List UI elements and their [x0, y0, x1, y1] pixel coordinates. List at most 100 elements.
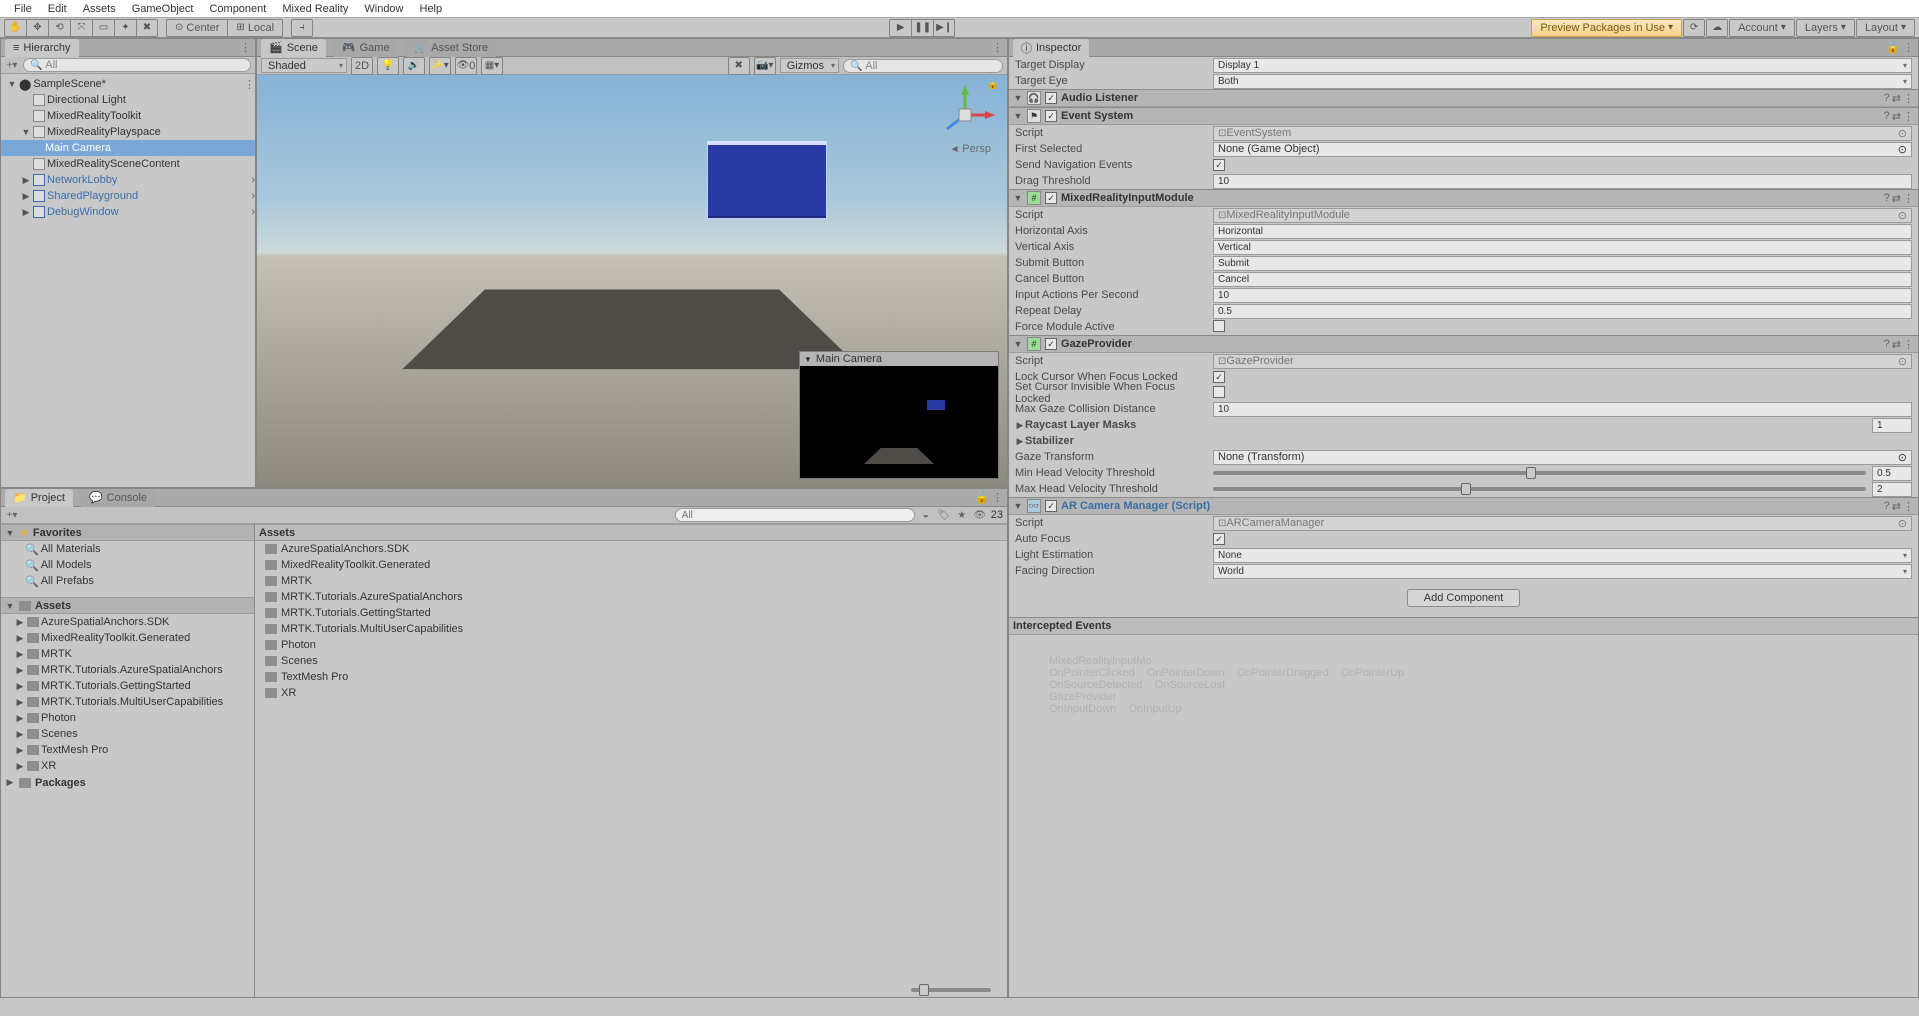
- foldout-icon[interactable]: ▶: [21, 207, 31, 218]
- foldout-icon[interactable]: ▶: [15, 649, 25, 660]
- help-icon[interactable]: ?: [1884, 338, 1890, 351]
- hierarchy-item-main-camera[interactable]: Main Camera: [1, 140, 255, 156]
- submit-button-field[interactable]: Submit: [1213, 256, 1912, 271]
- preset-icon[interactable]: ⇄: [1892, 110, 1901, 123]
- tab-inspector[interactable]: ⓘ Inspector: [1013, 39, 1089, 57]
- kebab-icon[interactable]: ⋮: [1903, 92, 1914, 105]
- arcam-header[interactable]: ▼👓✓AR Camera Manager (Script)?⇄⋮: [1009, 497, 1918, 515]
- intercepted-events-header[interactable]: Intercepted Events: [1009, 617, 1918, 635]
- assets-breadcrumb[interactable]: Assets: [255, 524, 1007, 541]
- tool-rotate[interactable]: ⟲: [48, 19, 70, 37]
- folder-azurespatialanchors-sdk[interactable]: ▶AzureSpatialAnchors.SDK: [1, 614, 254, 630]
- grid-toggle[interactable]: ▦▾: [481, 57, 503, 75]
- favorites-header[interactable]: ▼★Favorites: [1, 524, 254, 541]
- hierarchy-item-shared-playground[interactable]: ▶SharedPlayground›: [1, 188, 255, 204]
- foldout-icon[interactable]: ▶: [15, 761, 25, 772]
- tab-console[interactable]: 💬 Console: [81, 489, 155, 507]
- foldout-icon[interactable]: ▶: [15, 633, 25, 644]
- hierarchy-item-network-lobby[interactable]: ▶NetworkLobby›: [1, 172, 255, 188]
- hierarchy-tab[interactable]: ≡ Hierarchy: [5, 39, 79, 57]
- asset-mrtk-tutorials-multiusercapabilities[interactable]: MRTK.Tutorials.MultiUserCapabilities: [255, 621, 1007, 637]
- foldout-icon[interactable]: ▶: [21, 175, 31, 186]
- folder-photon[interactable]: ▶Photon: [1, 710, 254, 726]
- send-nav-checkbox[interactable]: ✓: [1213, 159, 1225, 171]
- 2d-toggle[interactable]: 2D: [351, 57, 373, 75]
- foldout-icon[interactable]: ▼: [7, 79, 17, 89]
- kebab-icon[interactable]: ⋮: [1903, 192, 1914, 205]
- icon-size-slider[interactable]: [911, 988, 991, 992]
- scene-kebab-icon[interactable]: ⋮: [244, 78, 255, 91]
- layers-dropdown[interactable]: Layers ▾: [1796, 19, 1855, 37]
- folder-scenes[interactable]: ▶Scenes: [1, 726, 254, 742]
- hierarchy-item-mrtk[interactable]: MixedRealityToolkit: [1, 108, 255, 124]
- snap-toggle[interactable]: ⫞: [291, 19, 313, 37]
- tool-rect[interactable]: ▭: [92, 19, 114, 37]
- create-dropdown[interactable]: +▾: [5, 58, 19, 72]
- tool-custom[interactable]: ✖: [136, 19, 158, 37]
- favorite-icon[interactable]: ★: [955, 508, 969, 522]
- fav-all-models[interactable]: 🔍 All Models: [1, 557, 254, 573]
- asset-azurespatialanchors-sdk[interactable]: AzureSpatialAnchors.SDK: [255, 541, 1007, 557]
- hidden-icon[interactable]: 👁: [973, 508, 987, 522]
- light-estimation-dropdown[interactable]: None: [1213, 548, 1912, 563]
- lock-cursor-checkbox[interactable]: ✓: [1213, 371, 1225, 383]
- horizontal-axis-field[interactable]: Horizontal: [1213, 224, 1912, 239]
- target-eye-dropdown[interactable]: Both: [1213, 74, 1912, 89]
- help-icon[interactable]: ?: [1884, 500, 1890, 513]
- help-icon[interactable]: ?: [1884, 192, 1890, 205]
- lock-icon[interactable]: 🔓: [975, 492, 989, 504]
- folder-xr[interactable]: ▶XR: [1, 758, 254, 774]
- kebab-icon[interactable]: ⋮: [1903, 500, 1914, 513]
- audio-toggle[interactable]: 🔊: [403, 57, 425, 75]
- foldout-icon[interactable]: ▶: [15, 665, 25, 676]
- first-selected-field[interactable]: None (Game Object)⊙: [1213, 142, 1912, 157]
- asset-scenes[interactable]: Scenes: [255, 653, 1007, 669]
- vertical-axis-field[interactable]: Vertical: [1213, 240, 1912, 255]
- tool-hand[interactable]: ✋: [4, 19, 26, 37]
- mrim-header[interactable]: ▼#✓MixedRealityInputModule?⇄⋮: [1009, 189, 1918, 207]
- asset-mrtk[interactable]: MRTK: [255, 573, 1007, 589]
- gizmos-dropdown[interactable]: Gizmos: [780, 58, 839, 73]
- foldout-icon[interactable]: ▶: [15, 617, 25, 628]
- packages-header[interactable]: ▶Packages: [1, 774, 254, 791]
- scene-kebab-icon[interactable]: ⋮: [992, 41, 1003, 54]
- force-module-checkbox[interactable]: [1213, 320, 1225, 332]
- repeat-delay-field[interactable]: 0.5: [1213, 304, 1912, 319]
- tab-scene[interactable]: 🎬 Scene: [261, 39, 326, 57]
- audio-listener-header[interactable]: ▼🎧✓Audio Listener?⇄⋮: [1009, 89, 1918, 107]
- foldout-icon[interactable]: ▶: [15, 745, 25, 756]
- play-button[interactable]: ▶: [889, 19, 911, 37]
- target-display-dropdown[interactable]: Display 1: [1213, 58, 1912, 73]
- folder-mixedrealitytoolkit-generated[interactable]: ▶MixedRealityToolkit.Generated: [1, 630, 254, 646]
- hierarchy-item-directional-light[interactable]: Directional Light: [1, 92, 255, 108]
- folder-mrtk-tutorials-multiusercapabilities[interactable]: ▶MRTK.Tutorials.MultiUserCapabilities: [1, 694, 254, 710]
- hidden-toggle[interactable]: 👁0: [455, 57, 477, 75]
- create-dropdown[interactable]: +▾: [5, 508, 19, 522]
- folder-mrtk-tutorials-azurespatialanchors[interactable]: ▶MRTK.Tutorials.AzureSpatialAnchors: [1, 662, 254, 678]
- menu-component[interactable]: Component: [201, 3, 274, 15]
- scene-search[interactable]: 🔍 All: [843, 59, 1003, 73]
- filter-by-type-icon[interactable]: ◒: [919, 508, 933, 522]
- drag-threshold-field[interactable]: 10: [1213, 174, 1912, 189]
- cancel-button-field[interactable]: Cancel: [1213, 272, 1912, 287]
- tool-scale[interactable]: ⤧: [70, 19, 92, 37]
- folder-mrtk-tutorials-gettingstarted[interactable]: ▶MRTK.Tutorials.GettingStarted: [1, 678, 254, 694]
- tab-asset-store[interactable]: 🛒 Asset Store: [406, 39, 497, 57]
- auto-focus-checkbox[interactable]: ✓: [1213, 533, 1225, 545]
- foldout-icon[interactable]: ▶: [1015, 436, 1025, 447]
- asset-textmesh-pro[interactable]: TextMesh Pro: [255, 669, 1007, 685]
- audio-listener-enable-checkbox[interactable]: ✓: [1045, 92, 1057, 104]
- project-search[interactable]: [675, 508, 915, 522]
- help-icon[interactable]: ?: [1884, 110, 1890, 123]
- pivot-center-toggle[interactable]: ⊙Center: [166, 19, 227, 37]
- filter-by-label-icon[interactable]: 🏷: [937, 508, 951, 522]
- tool-move[interactable]: ✥: [26, 19, 48, 37]
- hierarchy-item-debug-window[interactable]: ▶DebugWindow›: [1, 204, 255, 220]
- pause-button[interactable]: ❚❚: [911, 19, 933, 37]
- foldout-icon[interactable]: ▶: [21, 191, 31, 202]
- tools-icon[interactable]: ✖: [728, 57, 750, 75]
- camera-icon[interactable]: 📷▾: [754, 57, 776, 75]
- hierarchy-item-playspace[interactable]: ▼MixedRealityPlayspace: [1, 124, 255, 140]
- menu-file[interactable]: File: [6, 3, 40, 15]
- preview-packages-button[interactable]: Preview Packages in Use ▾: [1531, 19, 1682, 37]
